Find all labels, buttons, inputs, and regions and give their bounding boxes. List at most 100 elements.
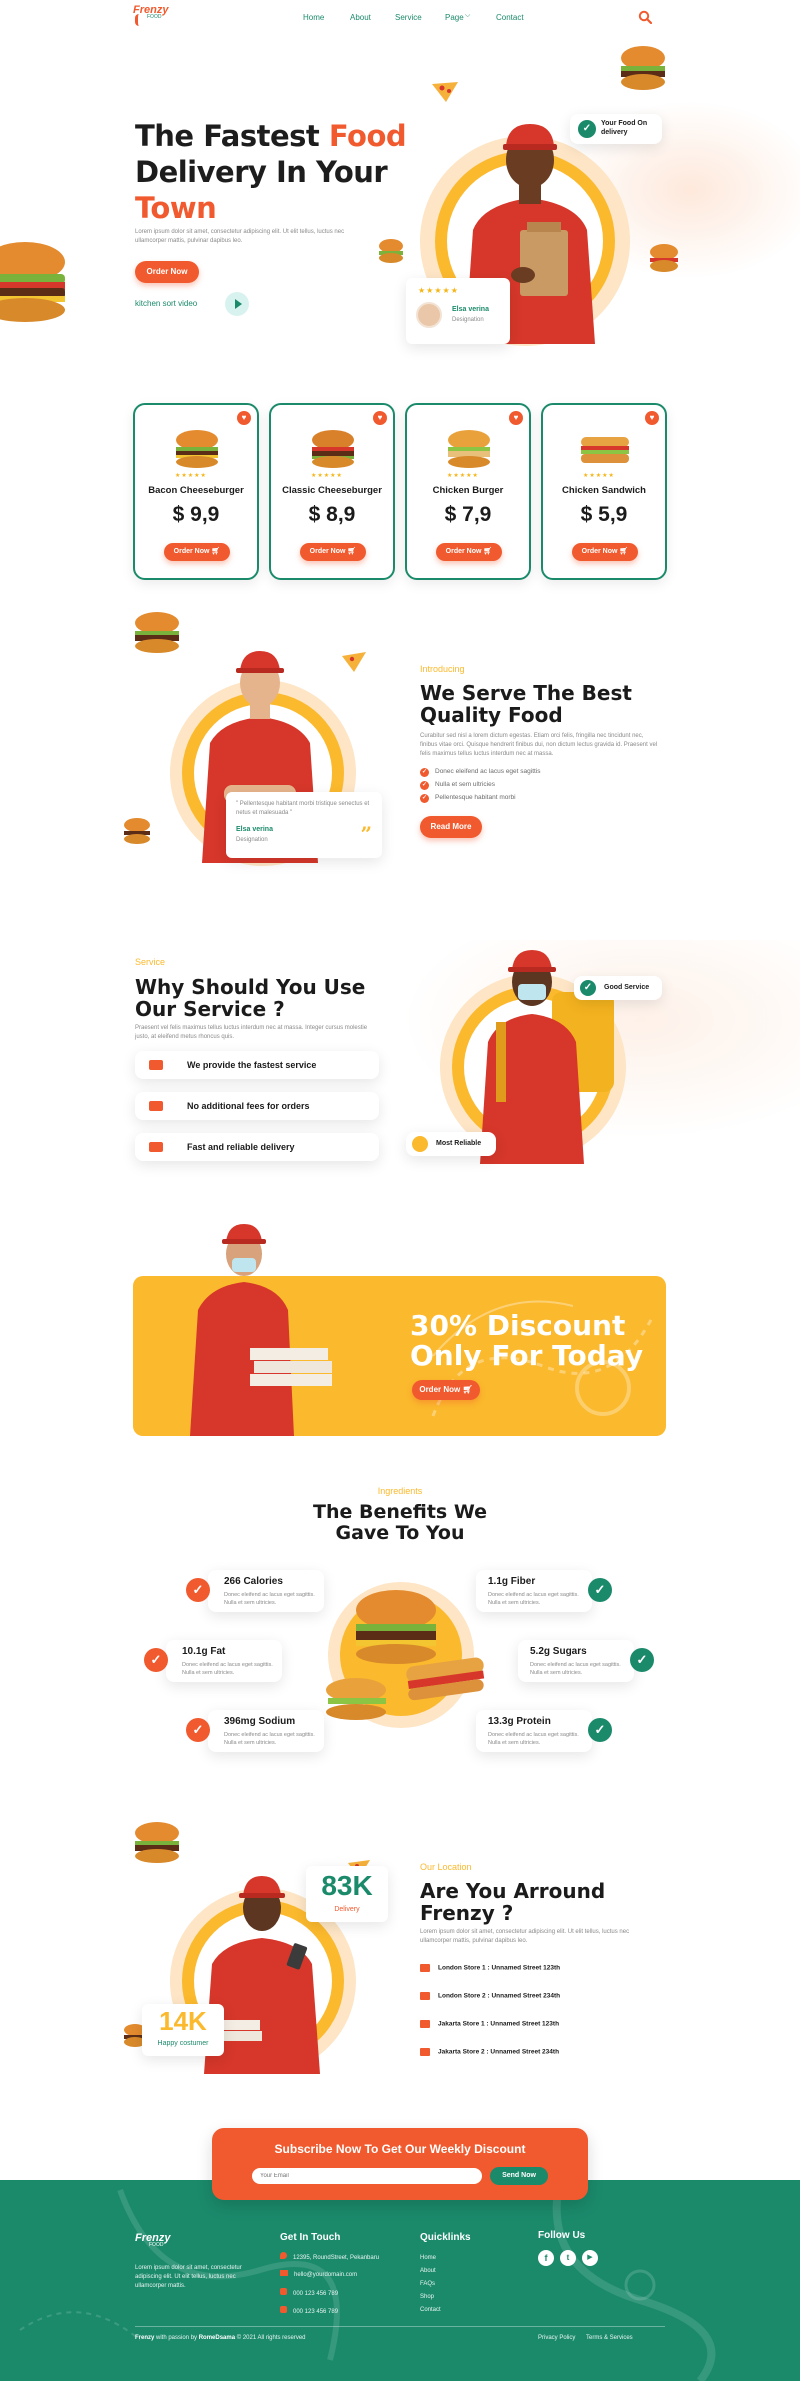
benefit-title: 266 Calories — [224, 1576, 283, 1587]
footer-logo[interactable]: Frenzy FOOD — [135, 2232, 185, 2260]
nav-home[interactable]: Home — [303, 13, 324, 22]
burger-image — [132, 1820, 182, 1866]
order-now-button[interactable]: Order Now 🛒︎ — [436, 543, 502, 561]
footer: Frenzy FOOD Lorem ipsum dolor sit amet, … — [0, 2180, 800, 2381]
check-icon: ✓ — [420, 781, 429, 790]
nav-page[interactable]: Page — [445, 13, 464, 22]
order-now-button[interactable]: Order Now 🛒︎ — [572, 543, 638, 561]
benefits-eyebrow: Ingredients — [377, 1486, 423, 1496]
burger-image-left — [0, 240, 70, 330]
social-icons: f t ▶ — [538, 2250, 608, 2268]
benefit-card: 10.1g Fat Donec eleifend ac lacus eget s… — [166, 1640, 282, 1682]
footer-link-contact[interactable]: Contact — [420, 2304, 441, 2317]
follow-heading: Follow Us — [538, 2230, 586, 2241]
benefit-description: Donec eleifend ac lacus eget sagittis. N… — [182, 1662, 273, 1677]
hero-description: Lorem ipsum dolor sit amet, consectetur … — [135, 229, 345, 244]
product-cards: ♥ ★★★★★ Bacon Cheeseburger $ 9,9 Order N… — [133, 403, 668, 583]
footer-about: Lorem ipsum dolor sit amet, consectetur … — [135, 2265, 242, 2289]
testimonial-quote: " Pellentesque habitant morbi tristique … — [236, 801, 370, 816]
cart-icon: 🛒︎ — [347, 548, 357, 555]
play-icon[interactable] — [225, 292, 249, 316]
product-name: Classic Cheeseburger — [282, 485, 382, 496]
nav-contact[interactable]: Contact — [496, 13, 524, 22]
footer-link-home[interactable]: Home — [420, 2252, 441, 2265]
service-item: Fast and reliable delivery — [135, 1133, 379, 1161]
order-now-button[interactable]: Order Now 🛒︎ — [164, 543, 230, 561]
smile-icon — [412, 1136, 428, 1152]
nav-about[interactable]: About — [350, 13, 371, 22]
store-icon — [420, 2020, 430, 2028]
order-now-button[interactable]: Order Now 🛒︎ — [300, 543, 366, 561]
footer-link-shop[interactable]: Shop — [420, 2291, 441, 2304]
twitter-icon[interactable]: t — [560, 2250, 576, 2266]
heart-icon[interactable]: ♥ — [645, 411, 659, 425]
copyright: Frenzy with passion by RomeDsama © 2021 … — [135, 2335, 306, 2341]
check-icon: ✓ — [420, 768, 429, 777]
subscribe-title: Subscribe Now To Get Our Weekly Discount — [274, 2142, 526, 2156]
cart-icon: 🛒︎ — [619, 548, 629, 555]
list-item: London Store 2 : Unnamed Street 234th — [420, 1992, 660, 2020]
check-icon: ✓ — [186, 1718, 210, 1742]
promo-order-button[interactable]: Order Now 🛒︎ — [412, 1380, 480, 1400]
heart-icon[interactable]: ♥ — [237, 411, 251, 425]
location-icon — [280, 2252, 287, 2259]
check-icon: ✓ — [186, 1578, 210, 1602]
about-title: We Serve The Best Quality Food — [420, 681, 632, 727]
contact-phone[interactable]: 000 123 456 789 — [280, 2306, 410, 2324]
footer-link-about[interactable]: About — [420, 2265, 441, 2278]
video-link[interactable]: kitchen sort video — [135, 292, 255, 316]
email-input[interactable] — [252, 2168, 482, 2184]
product-card[interactable]: ♥ ★★★★★ Chicken Sandwich $ 5,9 Order Now… — [541, 403, 667, 580]
heart-icon[interactable]: ♥ — [509, 411, 523, 425]
benefit-description: Donec eleifend ac lacus eget sagittis. N… — [224, 1732, 315, 1747]
location-description: Lorem ipsum dolor sit amet, consectetur … — [420, 1929, 630, 1944]
mail-icon — [280, 2270, 288, 2276]
cart-icon: 🛒︎ — [483, 548, 493, 555]
product-name: Chicken Burger — [432, 485, 504, 496]
phone-icon — [280, 2288, 287, 2295]
benefit-description: Donec eleifend ac lacus eget sagittis. N… — [224, 1592, 315, 1607]
read-more-button[interactable]: Read More — [420, 816, 482, 838]
list-item: ✓ Pellentesque habitant morbi — [420, 794, 516, 803]
list-item: London Store 1 : Unnamed Street 123th — [420, 1964, 660, 1992]
facebook-icon[interactable]: f — [538, 2250, 554, 2266]
search-icon[interactable] — [638, 10, 652, 24]
product-name: Bacon Cheeseburger — [148, 485, 244, 496]
food-combo-image — [324, 1580, 488, 1730]
customer-stat-label: Happy costumer — [157, 2040, 209, 2047]
food-image — [309, 429, 357, 469]
rating-stars: ★★★★★ — [583, 473, 615, 479]
contact-email[interactable]: hello@yourdomain.com — [280, 2270, 410, 2288]
footer-link-faqs[interactable]: FAQs — [420, 2278, 441, 2291]
quote-icon: ” — [360, 822, 372, 846]
burger-image-right — [648, 242, 680, 274]
service-item-label: We provide the fastest service — [187, 1060, 317, 1070]
order-now-button[interactable]: Order Now — [135, 261, 199, 283]
subscribe-card: Subscribe Now To Get Our Weekly Discount… — [212, 2128, 588, 2200]
logo[interactable]: Frenzy FOOD — [133, 4, 175, 34]
benefit-title: 13.3g Protein — [488, 1716, 551, 1727]
testimonial-card: " Pellentesque habitant morbi tristique … — [226, 792, 382, 858]
product-card[interactable]: ♥ ★★★★★ Bacon Cheeseburger $ 9,9 Order N… — [133, 403, 259, 580]
youtube-icon[interactable]: ▶ — [582, 2250, 598, 2266]
fast-delivery-icon — [149, 1142, 163, 1152]
cart-icon: 🛒︎ — [211, 548, 221, 555]
testimonial-name: Elsa verina — [236, 826, 273, 833]
review-role: Designation — [452, 317, 484, 323]
nav-service[interactable]: Service — [395, 13, 422, 22]
benefits-section: Ingredients The Benefits We Gave To You … — [0, 1480, 800, 1780]
benefits-title: The Benefits We Gave To You — [312, 1501, 488, 1544]
product-card[interactable]: ♥ ★★★★★ Classic Cheeseburger $ 8,9 Order… — [269, 403, 395, 580]
terms-link[interactable]: Terms & Services — [586, 2335, 633, 2341]
product-card[interactable]: ♥ ★★★★★ Chicken Burger $ 7,9 Order Now 🛒… — [405, 403, 531, 580]
burger-image-top-right — [618, 44, 668, 92]
good-service-label: Good Service — [604, 984, 650, 991]
benefit-description: Donec eleifend ac lacus eget sagittis. N… — [530, 1662, 621, 1677]
check-icon: ✓ — [580, 980, 596, 996]
privacy-link[interactable]: Privacy Policy — [538, 2335, 575, 2341]
heart-icon[interactable]: ♥ — [373, 411, 387, 425]
about-eyebrow: Introducing — [420, 664, 465, 674]
contact-phone[interactable]: 000 123 456 789 — [280, 2288, 410, 2306]
send-now-button[interactable]: Send Now — [490, 2167, 548, 2185]
benefit-description: Donec eleifend ac lacus eget sagittis. N… — [488, 1592, 579, 1607]
